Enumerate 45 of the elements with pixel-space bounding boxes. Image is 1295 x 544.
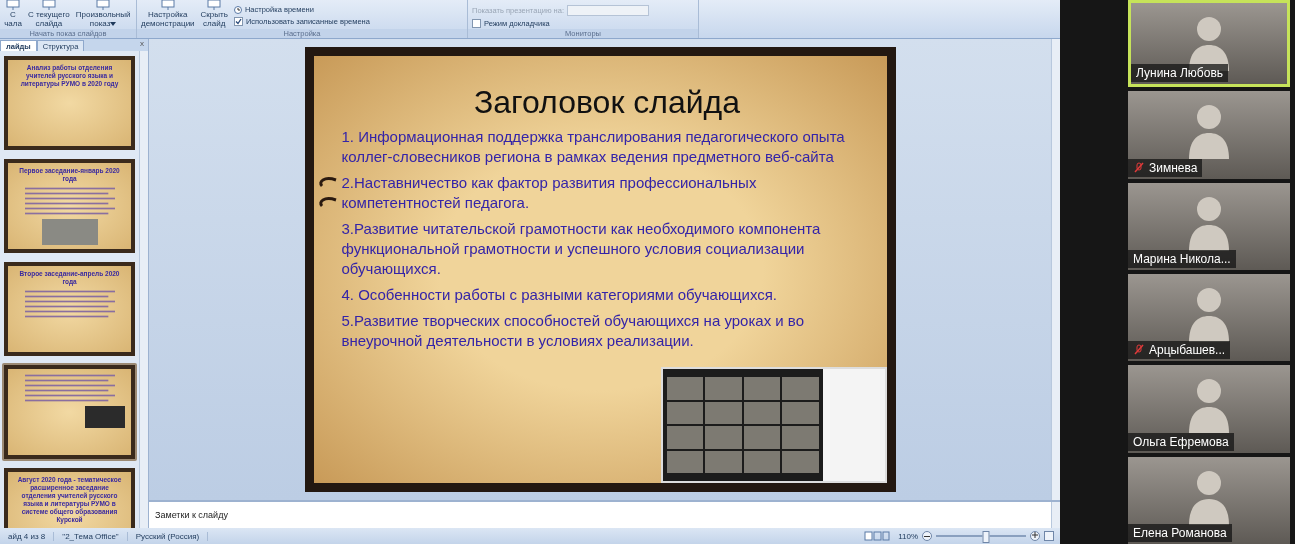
- participant-name: Арцыбашев...: [1149, 343, 1226, 358]
- ribbon-button[interactable]: Произвольный показ: [75, 0, 131, 29]
- ribbon-button[interactable]: С чала: [4, 0, 22, 29]
- screen-icon: [94, 0, 113, 10]
- zoom-level: 110%: [898, 531, 918, 541]
- checkbox[interactable]: [472, 19, 481, 28]
- scrollbar[interactable]: [1051, 502, 1060, 528]
- close-button[interactable]: x: [140, 39, 144, 48]
- clock-icon: [233, 5, 242, 14]
- slide-list-item: 2.Наставничество как фактор развития профессиональных компетентностей педагога.: [341, 173, 758, 213]
- slide-list-item: 4. Особенности работы с разными категориями обучающихся.: [341, 285, 779, 305]
- zoom-out-button[interactable]: [922, 531, 932, 541]
- participant-name: Ольга Ефремова: [1133, 434, 1229, 449]
- ribbon-button[interactable]: С текущего слайда: [28, 0, 70, 29]
- zoom-slider[interactable]: [982, 531, 989, 543]
- slide-counter: айд 4 из 8: [0, 531, 55, 541]
- slide-list-item: 1. Информационная поддержка транслирования педагогического опыта коллег-словесников региона в рамках ведения предметного веб-сайта: [341, 127, 846, 167]
- screen-icon: [158, 0, 177, 10]
- ribbon-button[interactable]: Скрыть слайд: [200, 0, 228, 29]
- participant-name: Марина Никола...: [1133, 252, 1231, 267]
- slide-list-item: 5.Развитие творческих способностей обучающихся на уроках и во внеурочной деятельности в условиях реализации.: [341, 311, 805, 351]
- scrollbar[interactable]: [139, 51, 148, 528]
- slide-title: Заголовок слайда: [472, 84, 742, 121]
- fit-icon[interactable]: [1044, 531, 1054, 541]
- view-icon[interactable]: [864, 531, 891, 541]
- ribbon-button[interactable]: Настройка демонстрации: [141, 0, 195, 29]
- notes-field[interactable]: Заметки к слайду: [149, 502, 1051, 528]
- checkbox[interactable]: [233, 17, 243, 26]
- screen-icon: [4, 0, 22, 10]
- plus-icon: [1032, 532, 1038, 538]
- scrollbar[interactable]: [1051, 39, 1060, 500]
- participant-name: Зимнева: [1149, 160, 1198, 175]
- minus-icon: [924, 536, 930, 538]
- participant-name: Лунина Любовь: [1136, 66, 1224, 81]
- photo-placeholder: [41, 219, 98, 245]
- language: Русский (Россия): [127, 531, 209, 541]
- slide-list-item: 3.Развитие читательской грамотности как необходимого компонента функциональной грамотности и успешного условия социализации обучающихся.: [341, 219, 822, 279]
- zoom-in-button[interactable]: [1030, 531, 1040, 541]
- screen-icon: [205, 0, 224, 10]
- screen-icon: [39, 0, 58, 10]
- participant-name: Елена Романова: [1133, 526, 1227, 540]
- slide-thumbnail[interactable]: [2, 363, 137, 461]
- caret-icon: [110, 22, 117, 26]
- screenshot-placeholder: [85, 406, 125, 428]
- theme-name: "2_Тема Office": [54, 531, 128, 541]
